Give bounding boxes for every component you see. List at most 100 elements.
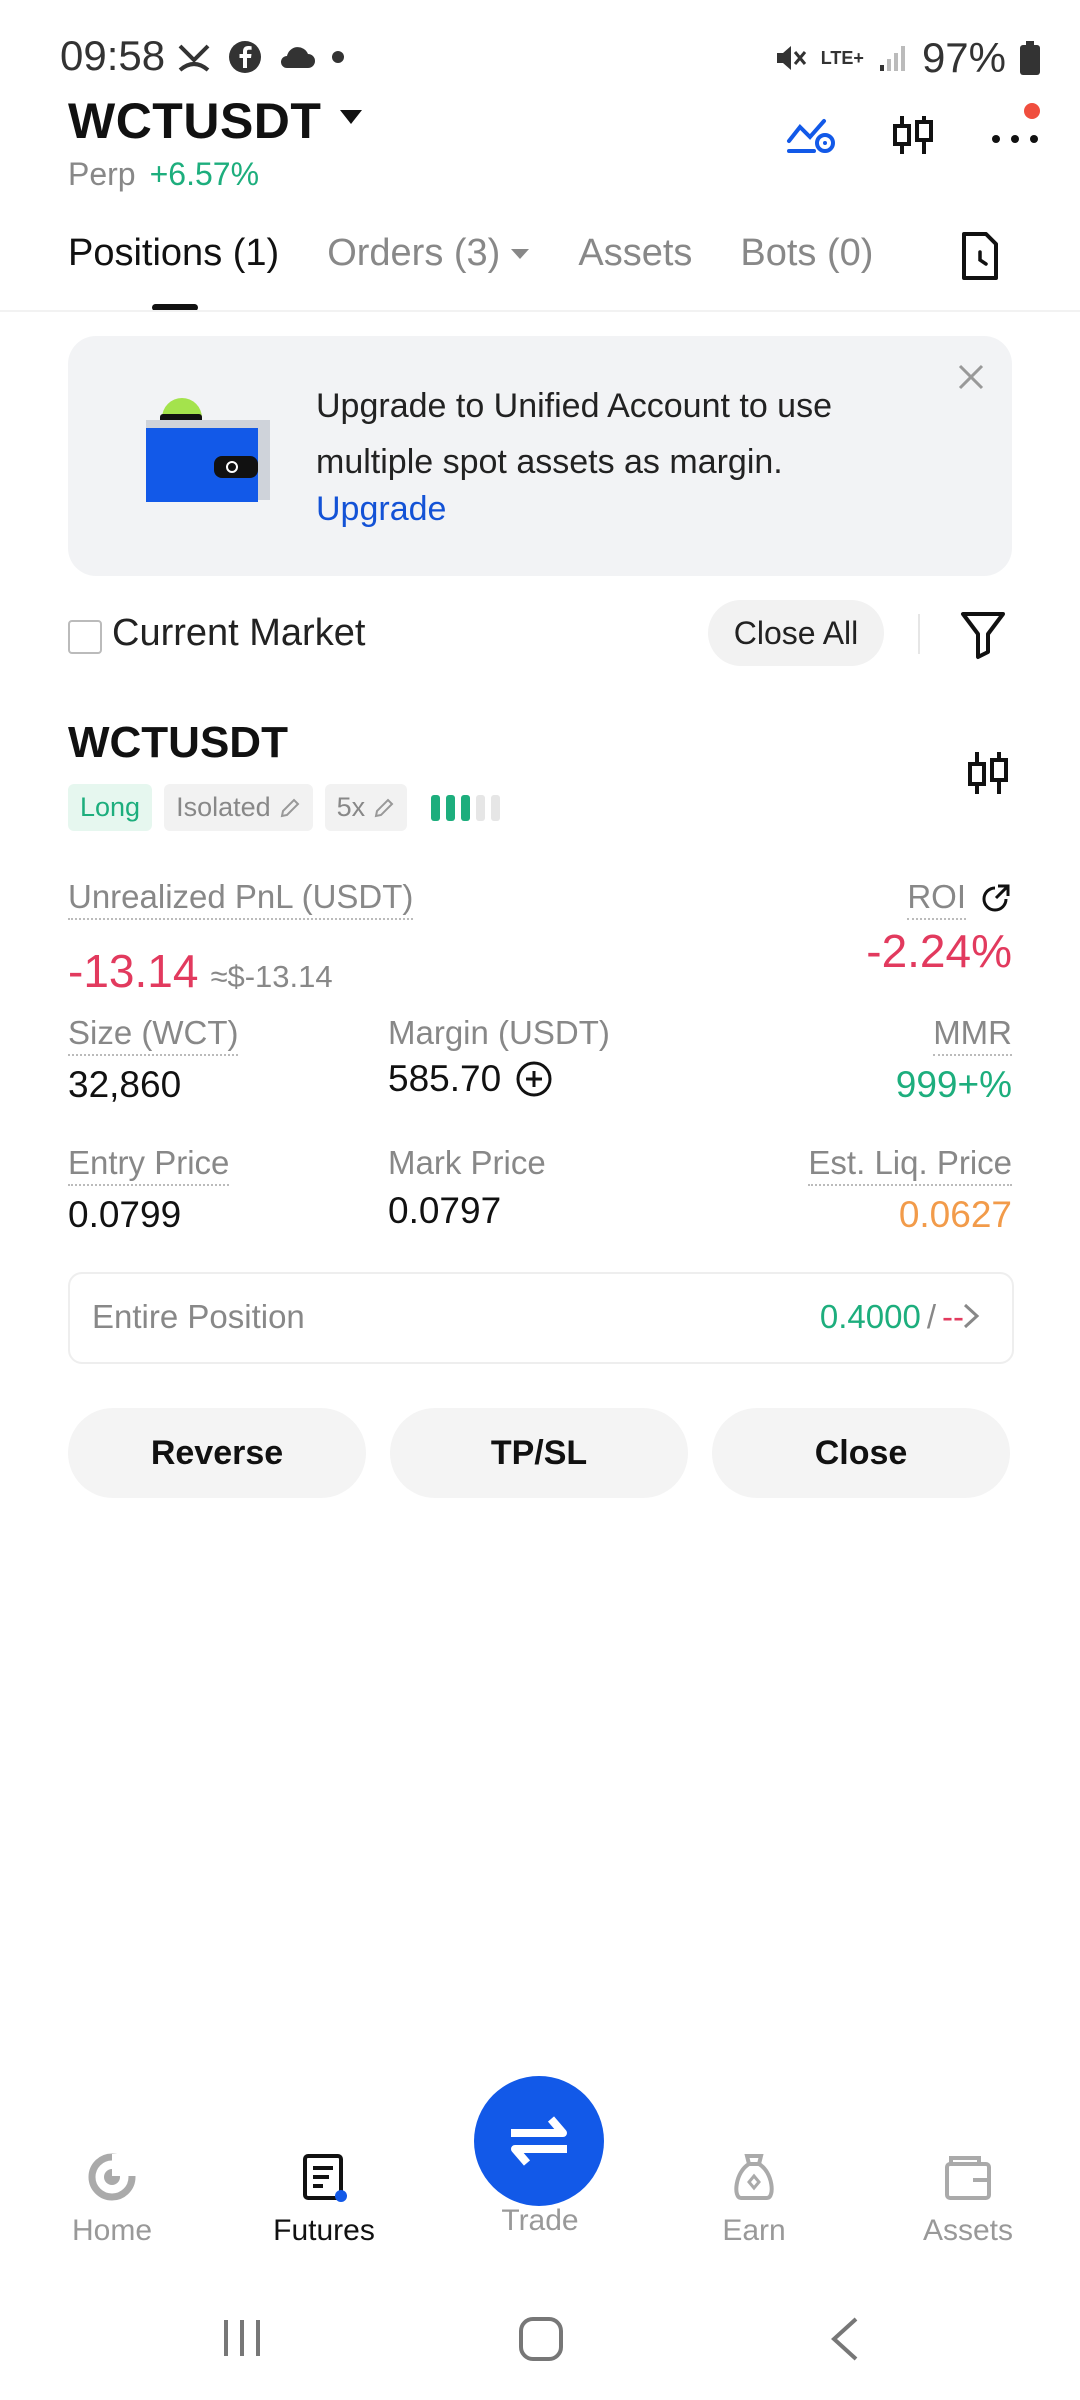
status-right: LTE+ 97%: [773, 34, 1040, 82]
entire-position-tpsl: 0.4000 / --: [820, 1298, 964, 1336]
recent-apps-icon[interactable]: [220, 2316, 264, 2360]
header-actions: [786, 103, 1040, 158]
contract-type: Perp: [68, 156, 136, 192]
banner-message: Upgrade to Unified Account to use multip…: [316, 387, 832, 481]
leverage-badge[interactable]: 5x: [324, 784, 408, 831]
tab-orders-label: Orders (3): [327, 232, 501, 274]
margin-mode-label: Isolated: [176, 792, 271, 822]
entry-price-value: 0.0799: [68, 1194, 182, 1235]
side-badge: Long: [68, 784, 153, 831]
mark-price-label: Mark Price: [388, 1144, 546, 1181]
chevron-right-icon: [963, 1303, 980, 1329]
current-market-checkbox[interactable]: [68, 620, 102, 654]
battery-percent: 97%: [921, 34, 1006, 81]
tab-positions[interactable]: Positions (1): [68, 232, 279, 275]
risk-bar: [476, 794, 486, 821]
wallet-icon: [945, 2156, 991, 2200]
nav-assets[interactable]: Assets: [898, 2152, 1038, 2248]
signal-icon: [879, 46, 905, 71]
nav-trade[interactable]: Trade: [470, 2204, 610, 2238]
filter-icon[interactable]: [960, 610, 1006, 660]
mute-icon: [776, 46, 806, 70]
status-notification-icons: [176, 40, 344, 74]
back-icon[interactable]: [828, 2316, 860, 2362]
facebook-icon: [229, 41, 261, 73]
risk-bar: [461, 794, 471, 821]
margin-mode-badge[interactable]: Isolated: [164, 784, 313, 831]
nav-home-label: Home: [71, 2214, 153, 2247]
filter-divider: [918, 614, 920, 654]
entire-separator: /: [926, 1298, 937, 1335]
pair-dropdown-icon[interactable]: [338, 108, 364, 126]
price-change: +6.57%: [149, 156, 260, 192]
tab-orders[interactable]: Orders (3): [327, 232, 530, 275]
liq-price-label[interactable]: Est. Liq. Price: [808, 1144, 1012, 1186]
close-position-button[interactable]: Close: [712, 1408, 1010, 1498]
close-all-button[interactable]: Close All: [708, 600, 884, 666]
unrealized-pnl: -13.14 ≈$-13.14: [68, 944, 333, 998]
nav-futures-label: Futures: [273, 2214, 375, 2247]
upgrade-link[interactable]: Upgrade: [316, 490, 446, 529]
history-document-icon[interactable]: [960, 232, 1000, 280]
missed-call-icon: [178, 44, 210, 72]
edit-icon: [374, 798, 394, 817]
chevron-down-icon: [511, 248, 530, 259]
nav-futures[interactable]: Futures: [254, 2152, 394, 2248]
liq-price-value: 0.0627: [898, 1194, 1012, 1235]
unrealized-pnl-usd: ≈$-13.14: [210, 959, 333, 994]
risk-bar: [446, 794, 456, 821]
entire-sl-value: --: [942, 1298, 964, 1335]
add-margin-icon[interactable]: [515, 1060, 553, 1098]
risk-level-bars: [431, 794, 501, 821]
dot-icon: [332, 51, 344, 63]
more-menu-icon[interactable]: [990, 103, 1040, 145]
size-label[interactable]: Size (WCT): [68, 1014, 239, 1056]
position-symbol[interactable]: WCTUSDT: [68, 718, 288, 768]
roi-value: -2.24%: [866, 925, 1012, 977]
close-icon[interactable]: [958, 364, 984, 390]
mmr-label[interactable]: MMR: [933, 1014, 1012, 1056]
unrealized-pnl-label[interactable]: Unrealized PnL (USDT): [68, 878, 414, 920]
mark-price-value: 0.0797: [388, 1190, 502, 1231]
nav-earn[interactable]: Earn: [684, 2152, 824, 2248]
network-type: LTE+: [820, 48, 864, 68]
roi-header[interactable]: ROI: [907, 878, 1010, 920]
current-market-label: Current Market: [112, 612, 366, 654]
entry-price-label[interactable]: Entry Price: [68, 1144, 230, 1186]
leverage-label: 5x: [336, 792, 366, 822]
nav-home[interactable]: Home: [42, 2152, 182, 2248]
tpsl-button[interactable]: TP/SL: [390, 1408, 688, 1498]
nav-assets-label: Assets: [922, 2214, 1014, 2247]
margin-value: 585.70: [388, 1058, 502, 1099]
earn-icon: [734, 2154, 774, 2200]
margin-label: Margin (USDT): [388, 1014, 610, 1051]
price-alert-icon[interactable]: [786, 115, 836, 155]
size-value: 32,860: [68, 1064, 182, 1105]
notification-dot: [1024, 103, 1040, 119]
wallet-illustration-icon: [146, 398, 270, 502]
share-icon[interactable]: [980, 884, 1010, 914]
unrealized-pnl-value: -13.14: [68, 945, 199, 997]
pair-title[interactable]: WCTUSDT: [68, 92, 321, 150]
tab-bots[interactable]: Bots (0): [740, 232, 873, 275]
trade-button[interactable]: [474, 2076, 604, 2206]
roi-label: ROI: [907, 878, 966, 920]
candlestick-chart-icon[interactable]: [890, 112, 936, 158]
candlestick-chart-icon[interactable]: [966, 748, 1010, 798]
tab-assets[interactable]: Assets: [578, 232, 692, 275]
risk-bar: [491, 794, 501, 821]
reverse-button[interactable]: Reverse: [68, 1408, 366, 1498]
nav-trade-label: Trade: [501, 2204, 579, 2237]
entire-tp-value: 0.4000: [819, 1298, 921, 1335]
position-tabs: Positions (1) Orders (3) Assets Bots (0): [68, 232, 921, 275]
tabs-divider: [0, 310, 1080, 312]
cloud-icon: [281, 47, 315, 68]
home-system-icon[interactable]: [518, 2316, 564, 2362]
entire-position-label: Entire Position: [92, 1298, 305, 1335]
risk-bar: [431, 794, 441, 821]
home-icon: [88, 2153, 136, 2201]
position-tags: Long Isolated 5x: [68, 784, 501, 831]
perp-info: Perp +6.57%: [68, 156, 259, 193]
futures-icon: [303, 2154, 347, 2202]
battery-icon: [1020, 41, 1040, 75]
